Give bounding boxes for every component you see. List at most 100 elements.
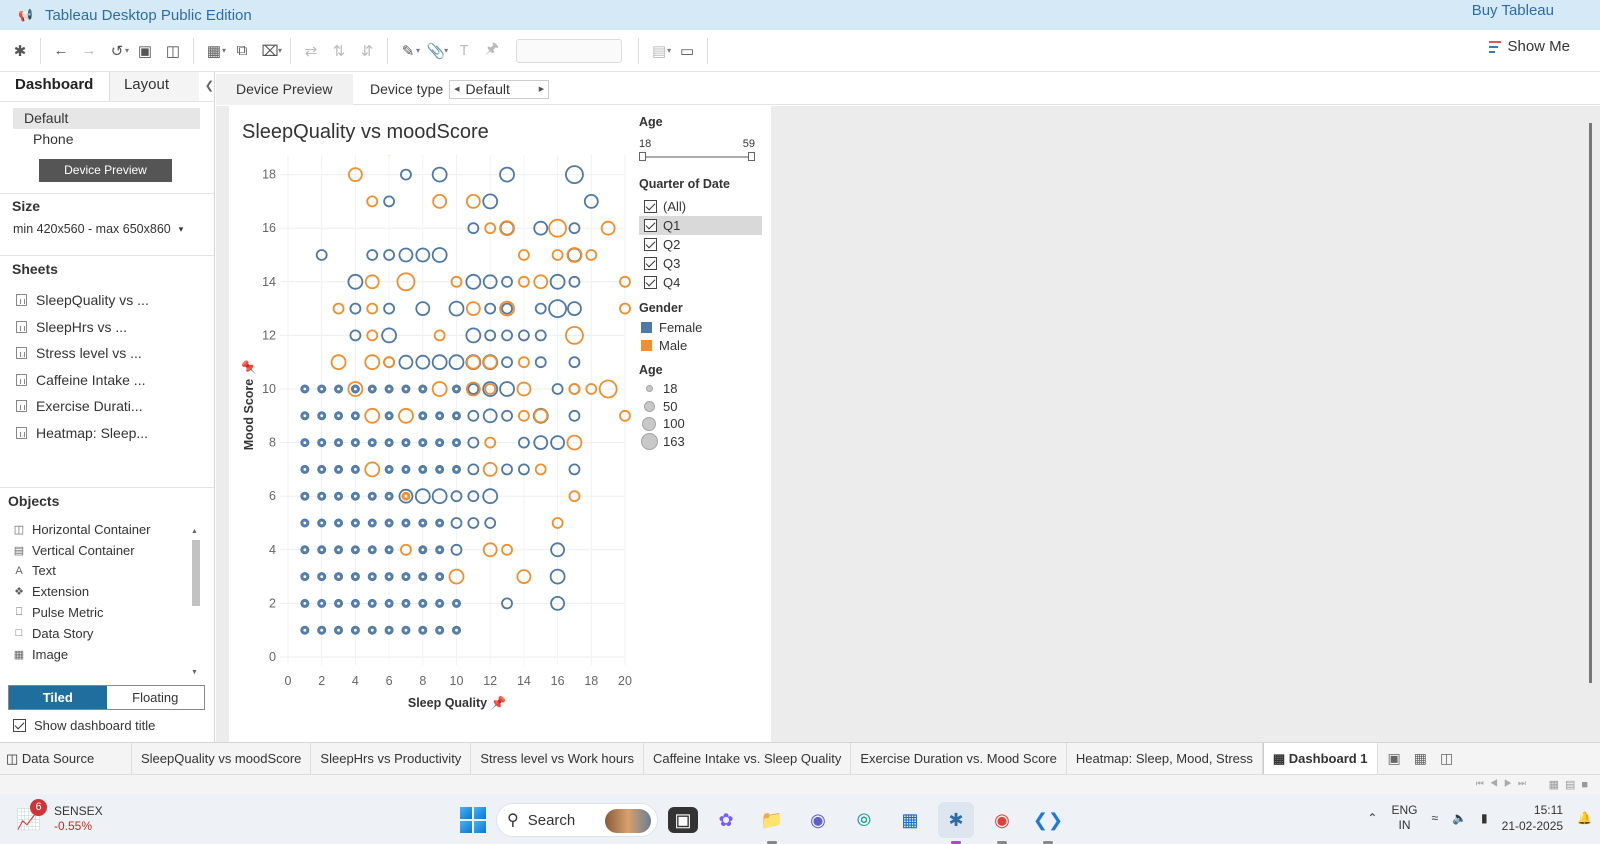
slider-min-handle[interactable] xyxy=(639,152,646,161)
new-datasource-icon[interactable]: ◫ xyxy=(159,37,187,65)
checkbox-checked[interactable] xyxy=(644,238,657,251)
data-source-tab[interactable]: ◫ Data Source xyxy=(0,742,132,775)
object-vertical-container[interactable]: ▤ Vertical Container xyxy=(0,540,214,561)
taskbar-search[interactable]: ⚲ Search xyxy=(496,803,658,837)
buy-tableau-link[interactable]: Buy Tableau xyxy=(1472,2,1554,19)
sheet-item[interactable]: SleepQuality vs ... xyxy=(0,287,214,314)
chevron-down-icon[interactable]: ▾ xyxy=(416,46,420,55)
fit-select[interactable] xyxy=(516,38,623,63)
chrome-icon[interactable]: ◉ xyxy=(984,802,1020,844)
windows-start-icon[interactable] xyxy=(460,807,486,833)
scatter-chart[interactable]: 0 2 4 6 8 10 12 14 16 18 0 2 4 6 8 10 12 14 16 18 20 Sleep Qu… xyxy=(240,155,640,735)
language-indicator[interactable]: ENG IN xyxy=(1391,803,1417,833)
pin-icon[interactable]: 🖈 xyxy=(478,37,506,65)
sheet-item[interactable]: SleepHrs vs ... xyxy=(0,314,214,341)
checkbox-checked[interactable] xyxy=(644,257,657,270)
vscode-icon[interactable]: ❮❯ xyxy=(1030,802,1066,844)
volume-icon[interactable]: 🔈 xyxy=(1452,811,1467,825)
floating-button[interactable]: Floating xyxy=(107,686,205,709)
sheet-tab[interactable]: SleepQuality vs moodScore xyxy=(132,742,312,775)
chevron-down-icon[interactable]: ▾ xyxy=(278,46,282,55)
swap-icon[interactable]: ⇄ xyxy=(297,37,325,65)
chevron-down-icon[interactable]: ▾ xyxy=(667,46,671,55)
size-legend-item[interactable]: 163 xyxy=(639,432,769,451)
tab-dashboard[interactable]: Dashboard xyxy=(0,72,109,101)
device-preview-button[interactable]: Device Preview xyxy=(39,159,172,182)
object-extension[interactable]: ❖ Extension xyxy=(0,581,214,602)
legend-female[interactable]: Female xyxy=(639,318,769,336)
scroll-up-icon[interactable]: ▲ xyxy=(191,528,198,535)
sheet-tab[interactable]: Exercise Duration vs. Mood Score xyxy=(851,742,1067,775)
checkbox-checked[interactable] xyxy=(644,219,657,232)
objects-scrollbar[interactable]: ▲ ▼ xyxy=(190,528,202,676)
chevron-down-icon[interactable]: ▾ xyxy=(444,46,448,55)
notification-bell-icon[interactable]: 🔔 xyxy=(1577,811,1592,825)
sheet-tab[interactable]: Heatmap: Sleep, Mood, Stress xyxy=(1067,742,1263,775)
clock[interactable]: 15:11 21-02-2025 xyxy=(1502,802,1563,834)
sheet-tab[interactable]: Stress level vs Work hours xyxy=(471,742,644,775)
object-pulse-metric[interactable]: ⎕ Pulse Metric xyxy=(0,602,214,623)
dashboard-tab-active[interactable]: ▦ Dashboard 1 xyxy=(1262,742,1378,775)
sensex-widget[interactable]: 📈 6 SENSEX -0.55% xyxy=(16,799,103,834)
view-mode-icons[interactable]: ▦▤■ xyxy=(1549,778,1594,791)
presentation-icon[interactable]: ▭ xyxy=(673,37,701,65)
task-view-icon[interactable]: ▣ xyxy=(668,807,698,833)
collapse-panel-icon[interactable]: ❮ xyxy=(199,72,214,101)
chevron-down-icon[interactable]: ▾ xyxy=(222,46,226,55)
sheet-tab[interactable]: Caffeine Intake vs. Sleep Quality xyxy=(644,742,852,775)
device-default[interactable]: Default xyxy=(13,108,200,129)
scroll-thumb[interactable] xyxy=(192,540,200,606)
labels-icon[interactable]: T xyxy=(450,37,478,65)
tableau-app-icon[interactable]: ✱ xyxy=(938,802,974,844)
quarter-option[interactable]: Q3 xyxy=(639,254,762,273)
duplicate-icon[interactable]: ⧉ xyxy=(228,37,256,65)
checkbox-checked[interactable] xyxy=(644,276,657,289)
redo-icon[interactable]: → xyxy=(75,37,103,65)
device-type-select[interactable]: ◀ Default ▶ xyxy=(449,79,550,99)
next-arrow-icon[interactable]: ▶ xyxy=(535,85,548,93)
quarter-option[interactable]: Q2 xyxy=(639,235,762,254)
copilot-icon[interactable]: ✿ xyxy=(708,802,744,838)
object-data-story[interactable]: □ Data Story xyxy=(0,623,214,644)
checkbox-checked[interactable] xyxy=(644,200,657,213)
sort-ascending-icon[interactable]: ⇅ xyxy=(325,37,353,65)
quarter-option[interactable]: (All) xyxy=(639,197,762,216)
sheet-navigation-icons[interactable]: ⏮◀▶⏭ xyxy=(1476,778,1532,789)
object-horizontal-container[interactable]: ◫ Horizontal Container xyxy=(0,519,214,540)
sheet-item[interactable]: Stress level vs ... xyxy=(0,340,214,367)
store-icon[interactable]: ▦ xyxy=(892,802,928,838)
size-legend-item[interactable]: 50 xyxy=(639,398,769,416)
sheet-item[interactable]: Exercise Durati... xyxy=(0,393,214,420)
save-icon[interactable]: ▣ xyxy=(131,37,159,65)
new-dashboard-icon[interactable]: ▦ xyxy=(1414,750,1427,767)
show-dashboard-title[interactable]: Show dashboard title xyxy=(13,718,155,733)
new-story-icon[interactable]: ◫ xyxy=(1440,750,1453,767)
sheet-tab[interactable]: SleepHrs vs Productivity xyxy=(311,742,472,775)
tab-layout[interactable]: Layout xyxy=(108,72,199,101)
wifi-icon[interactable]: ≈ xyxy=(1432,811,1439,825)
battery-icon[interactable]: ▮ xyxy=(1481,811,1488,825)
chevron-down-icon[interactable]: ▾ xyxy=(125,46,129,55)
scroll-down-icon[interactable]: ▼ xyxy=(191,669,198,676)
slider-max-handle[interactable] xyxy=(748,152,755,161)
object-text[interactable]: A Text xyxy=(0,561,214,582)
show-me-button[interactable]: Show Me xyxy=(1489,38,1570,55)
size-legend-item[interactable]: 18 xyxy=(639,380,769,398)
canvas-scrollbar[interactable] xyxy=(1589,123,1592,683)
tiled-button[interactable]: Tiled xyxy=(9,686,107,709)
size-dropdown[interactable]: min 420x560 - max 650x860 ▾ xyxy=(0,222,214,236)
edge-icon[interactable]: ⦾ xyxy=(846,802,882,838)
quarter-option[interactable]: Q4 xyxy=(639,273,762,292)
sheet-item[interactable]: Caffeine Intake ... xyxy=(0,367,214,394)
object-image[interactable]: ▦ Image xyxy=(0,644,214,665)
sort-descending-icon[interactable]: ⇵ xyxy=(353,37,381,65)
checkbox-checked[interactable] xyxy=(13,719,26,732)
file-explorer-icon[interactable]: 📁 xyxy=(754,802,790,844)
undo-icon[interactable]: ← xyxy=(47,37,75,65)
legend-male[interactable]: Male xyxy=(639,336,769,354)
tableau-logo-icon[interactable]: ✱ xyxy=(6,37,34,65)
size-legend-item[interactable]: 100 xyxy=(639,415,769,433)
teams-icon[interactable]: ◉ xyxy=(800,802,836,838)
prev-arrow-icon[interactable]: ◀ xyxy=(450,85,463,93)
new-worksheet-icon[interactable]: ▣ xyxy=(1388,750,1401,767)
